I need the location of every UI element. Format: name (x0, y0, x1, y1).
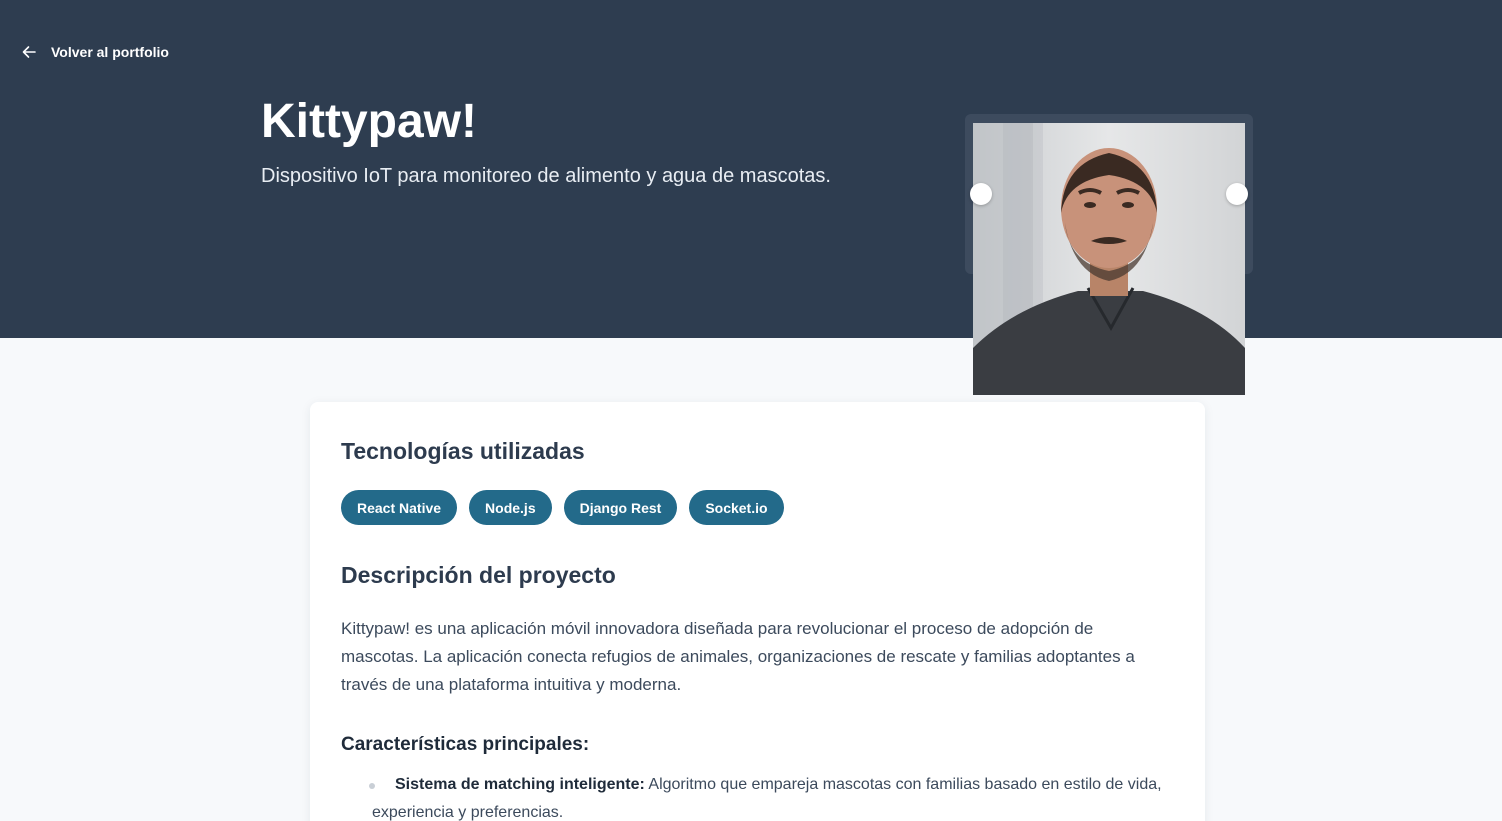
project-details-card: Tecnologías utilizadas React Native Node… (310, 402, 1205, 821)
feature-item: Sistema de matching inteligente: Algorit… (369, 771, 1172, 821)
portrait-photo (973, 123, 1245, 395)
page-title: Kittypaw! (261, 95, 477, 148)
carousel-next-button[interactable] (1226, 183, 1248, 205)
tech-tag: Socket.io (689, 490, 784, 525)
features-title: Características principales: (341, 734, 590, 755)
tech-tag: Django Rest (563, 490, 678, 525)
back-to-portfolio-link[interactable]: Volver al portfolio (21, 44, 169, 60)
tech-tag: Node.js (469, 490, 552, 525)
description-title: Descripción del proyecto (341, 562, 616, 588)
hero-header: Volver al portfolio Kittypaw! Dispositiv… (0, 0, 1502, 338)
page-subtitle: Dispositivo IoT para monitoreo de alimen… (261, 165, 831, 187)
tech-tag: React Native (341, 490, 458, 525)
feature-label: Sistema de matching inteligente: (395, 776, 645, 793)
description-text: Kittypaw! es una aplicación móvil innova… (341, 619, 1135, 694)
back-link-label: Volver al portfolio (51, 44, 169, 60)
carousel-image (973, 123, 1245, 395)
arrow-left-icon (22, 46, 36, 58)
carousel-prev-button[interactable] (970, 183, 992, 205)
technology-tags: React Native Node.js Django Rest Socket.… (341, 490, 784, 525)
features-list: Sistema de matching inteligente: Algorit… (369, 771, 1172, 821)
bullet-icon (369, 783, 375, 789)
technologies-title: Tecnologías utilizadas (341, 438, 585, 464)
